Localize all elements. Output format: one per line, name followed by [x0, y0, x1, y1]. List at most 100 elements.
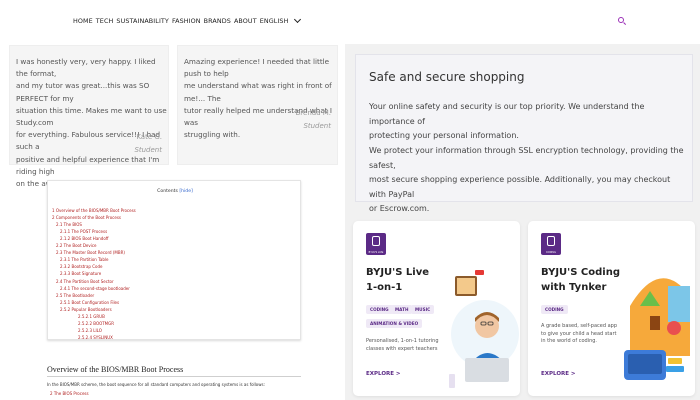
tablet-icon [372, 236, 380, 246]
character [667, 321, 681, 335]
nav-links: HOME TECH SUSTAINABILITY FASHION BRANDS … [73, 15, 301, 25]
table-of-contents: Contents [hide] 1 Overview of the BIOS/M… [47, 180, 301, 340]
toc-link[interactable]: 2.2 The Boot Device [56, 243, 97, 248]
secure-line: or Escrow.com. [369, 204, 430, 214]
toc-link[interactable]: 2.5 The Bootloader [56, 293, 94, 298]
toc-link[interactable]: 2.3.3 Boot Signature [60, 271, 101, 276]
quote-line: and my tutor was great...this was SO PER… [16, 81, 150, 103]
product-title: BYJU'S Live 1-on-1 [366, 266, 429, 295]
toc-link[interactable]: 2.4.1 The second-stage bootloader [60, 286, 130, 291]
product-title: BYJU'S Coding with Tynker [541, 266, 620, 295]
subject-chip: MATH [391, 305, 413, 314]
section-heading: Overview of the BIOS/MBR Boot Process [47, 365, 184, 374]
testimonial-role: Student [303, 122, 331, 130]
search-icon-handle [622, 22, 627, 26]
toc-link[interactable]: 2.5.2.1 GRUB [78, 314, 105, 319]
description-line: in the world of coding. [541, 338, 598, 345]
testimonial-card: Amazing experience! I needed that little… [177, 45, 338, 165]
testimonial-role: Student [134, 146, 162, 154]
subject-chip: CODING [366, 305, 393, 314]
toc-link[interactable]: 2.1.1 The POST Process [60, 229, 107, 234]
toc-link[interactable]: 2.5.2.2 BOOTMGR [78, 321, 114, 326]
testimonial-card: I was honestly very, very happy. I liked… [9, 45, 169, 188]
toc-link[interactable]: 2.5.1 Boot Configuration Files [60, 300, 119, 305]
coding-game-illustration [624, 278, 690, 380]
live-badge [475, 270, 484, 275]
contents-hide-link[interactable]: [hide] [179, 189, 193, 194]
trunk [650, 316, 660, 330]
toc-link[interactable]: 2.1.2 BIOS Boot Handoff [60, 236, 109, 241]
description-line: classes with expert teachers [366, 345, 438, 352]
section-paragraph: In the BIOS/MBR scheme, the boot sequenc… [47, 382, 265, 387]
secure-line: protecting your personal information. [369, 131, 519, 141]
description-line: Personalised, 1-on-1 tutoring [366, 338, 439, 344]
toc-link[interactable]: 1 Overview of the BIOS/MBR Boot Process [52, 208, 136, 213]
secure-line: We protect your information through SSL … [369, 146, 684, 170]
subject-chip: MUSIC [411, 305, 435, 314]
secure-paragraph: Your online safety and security is our t… [369, 100, 687, 144]
secure-line: Your online safety and security is our t… [369, 102, 645, 126]
quote-line: I was honestly very, very happy. I liked… [16, 57, 156, 79]
contents-title-text: Contents [157, 189, 178, 194]
contents-title: Contents [hide] [48, 189, 300, 194]
logo-label: CODING [546, 251, 556, 254]
toc-link[interactable]: 2.5.2.4 SYSLINUX [78, 335, 113, 339]
product-title-line: BYJU'S Live [366, 267, 430, 278]
product-card-coding[interactable]: CODING BYJU'S Coding with Tynker CODING … [528, 221, 695, 396]
secure-title: Safe and secure shopping [369, 70, 525, 84]
toc-link[interactable]: 2.4 The Partition Boot Sector [56, 279, 114, 284]
quote-line: Amazing experience! I needed that little… [184, 57, 330, 79]
toc-link[interactable]: 2 Components of the Boot Process [52, 215, 121, 220]
quote-line: struggling with. [184, 130, 241, 140]
toc-link[interactable]: 2.5.2.3 LILO [78, 328, 102, 333]
product-title-line: BYJU'S Coding [541, 267, 620, 278]
quote-line: positive and helpful experience that I'm… [16, 154, 160, 176]
explore-link[interactable]: EXPLORE > [366, 371, 401, 377]
laptop [465, 358, 509, 382]
secure-paragraph: We protect your information through SSL … [369, 144, 687, 217]
testimonial-author: Brenda M. [295, 109, 332, 117]
search-icon[interactable] [618, 17, 627, 26]
chevron-down-icon[interactable] [293, 15, 301, 24]
sky-panel [668, 286, 690, 322]
secure-shopping-box: Safe and secure shopping Your online saf… [355, 54, 693, 213]
nav-brands[interactable]: BRANDS [204, 17, 231, 25]
nav-language[interactable]: ENGLISH [260, 17, 289, 25]
product-description: Personalised, 1-on-1 tutoring classes wi… [366, 338, 439, 353]
product-card-live[interactable]: BYJU'S LIVE BYJU'S Live 1-on-1 CODING MA… [353, 221, 520, 396]
toc-link[interactable]: 2.1 The BIOS [56, 222, 82, 227]
toc-link[interactable]: 2.3.2 Bootstrap Code [60, 264, 102, 269]
toc-link[interactable]: 2 The BIOS Process [50, 391, 89, 396]
quote-line: situation this time. Makes me want to us… [16, 105, 167, 128]
nav-sustainability[interactable]: SUSTAINABILITY [116, 17, 169, 25]
nav-about[interactable]: ABOUT [234, 17, 257, 25]
toc-link[interactable]: 2.5.2 Popular Bootloaders [60, 307, 112, 312]
nav-home[interactable]: HOME [73, 17, 93, 25]
tablet-icon [547, 236, 555, 246]
byjus-live-logo: BYJU'S LIVE [366, 233, 386, 255]
top-navigation: HOME TECH SUSTAINABILITY FASHION BRANDS … [0, 0, 700, 44]
toc-link[interactable]: 2.3.1 The Partition Table [60, 257, 108, 262]
logo-label: BYJU'S LIVE [368, 251, 384, 254]
byjus-coding-logo: CODING [541, 233, 561, 255]
toc-link[interactable]: 2.3 The Master Boot Record (MBR) [56, 250, 125, 255]
heading-divider [47, 376, 301, 377]
quote-line: me understand what was right in front of… [184, 81, 332, 103]
product-description: A grade based, self-paced app to give yo… [541, 323, 617, 346]
product-title-line: 1-on-1 [366, 281, 403, 293]
subject-chip: CODING [541, 305, 568, 314]
nav-fashion[interactable]: FASHION [172, 17, 201, 25]
product-title-line: with Tynker [541, 281, 607, 293]
video-screen [457, 278, 475, 294]
secure-line: most secure shopping experience possible… [369, 175, 671, 199]
description-line: A grade based, self-paced app [541, 323, 618, 329]
subject-chip: ANIMATION & VIDEO [366, 319, 423, 328]
code-block [666, 366, 684, 372]
mug [449, 374, 455, 388]
nav-tech[interactable]: TECH [96, 17, 114, 25]
description-line: to give your child a head start [541, 330, 617, 337]
tablet-screen [628, 354, 662, 374]
testimonial-author: Kate G. [136, 133, 162, 141]
explore-link[interactable]: EXPLORE > [541, 371, 576, 377]
student-laptop-illustration [449, 270, 519, 388]
